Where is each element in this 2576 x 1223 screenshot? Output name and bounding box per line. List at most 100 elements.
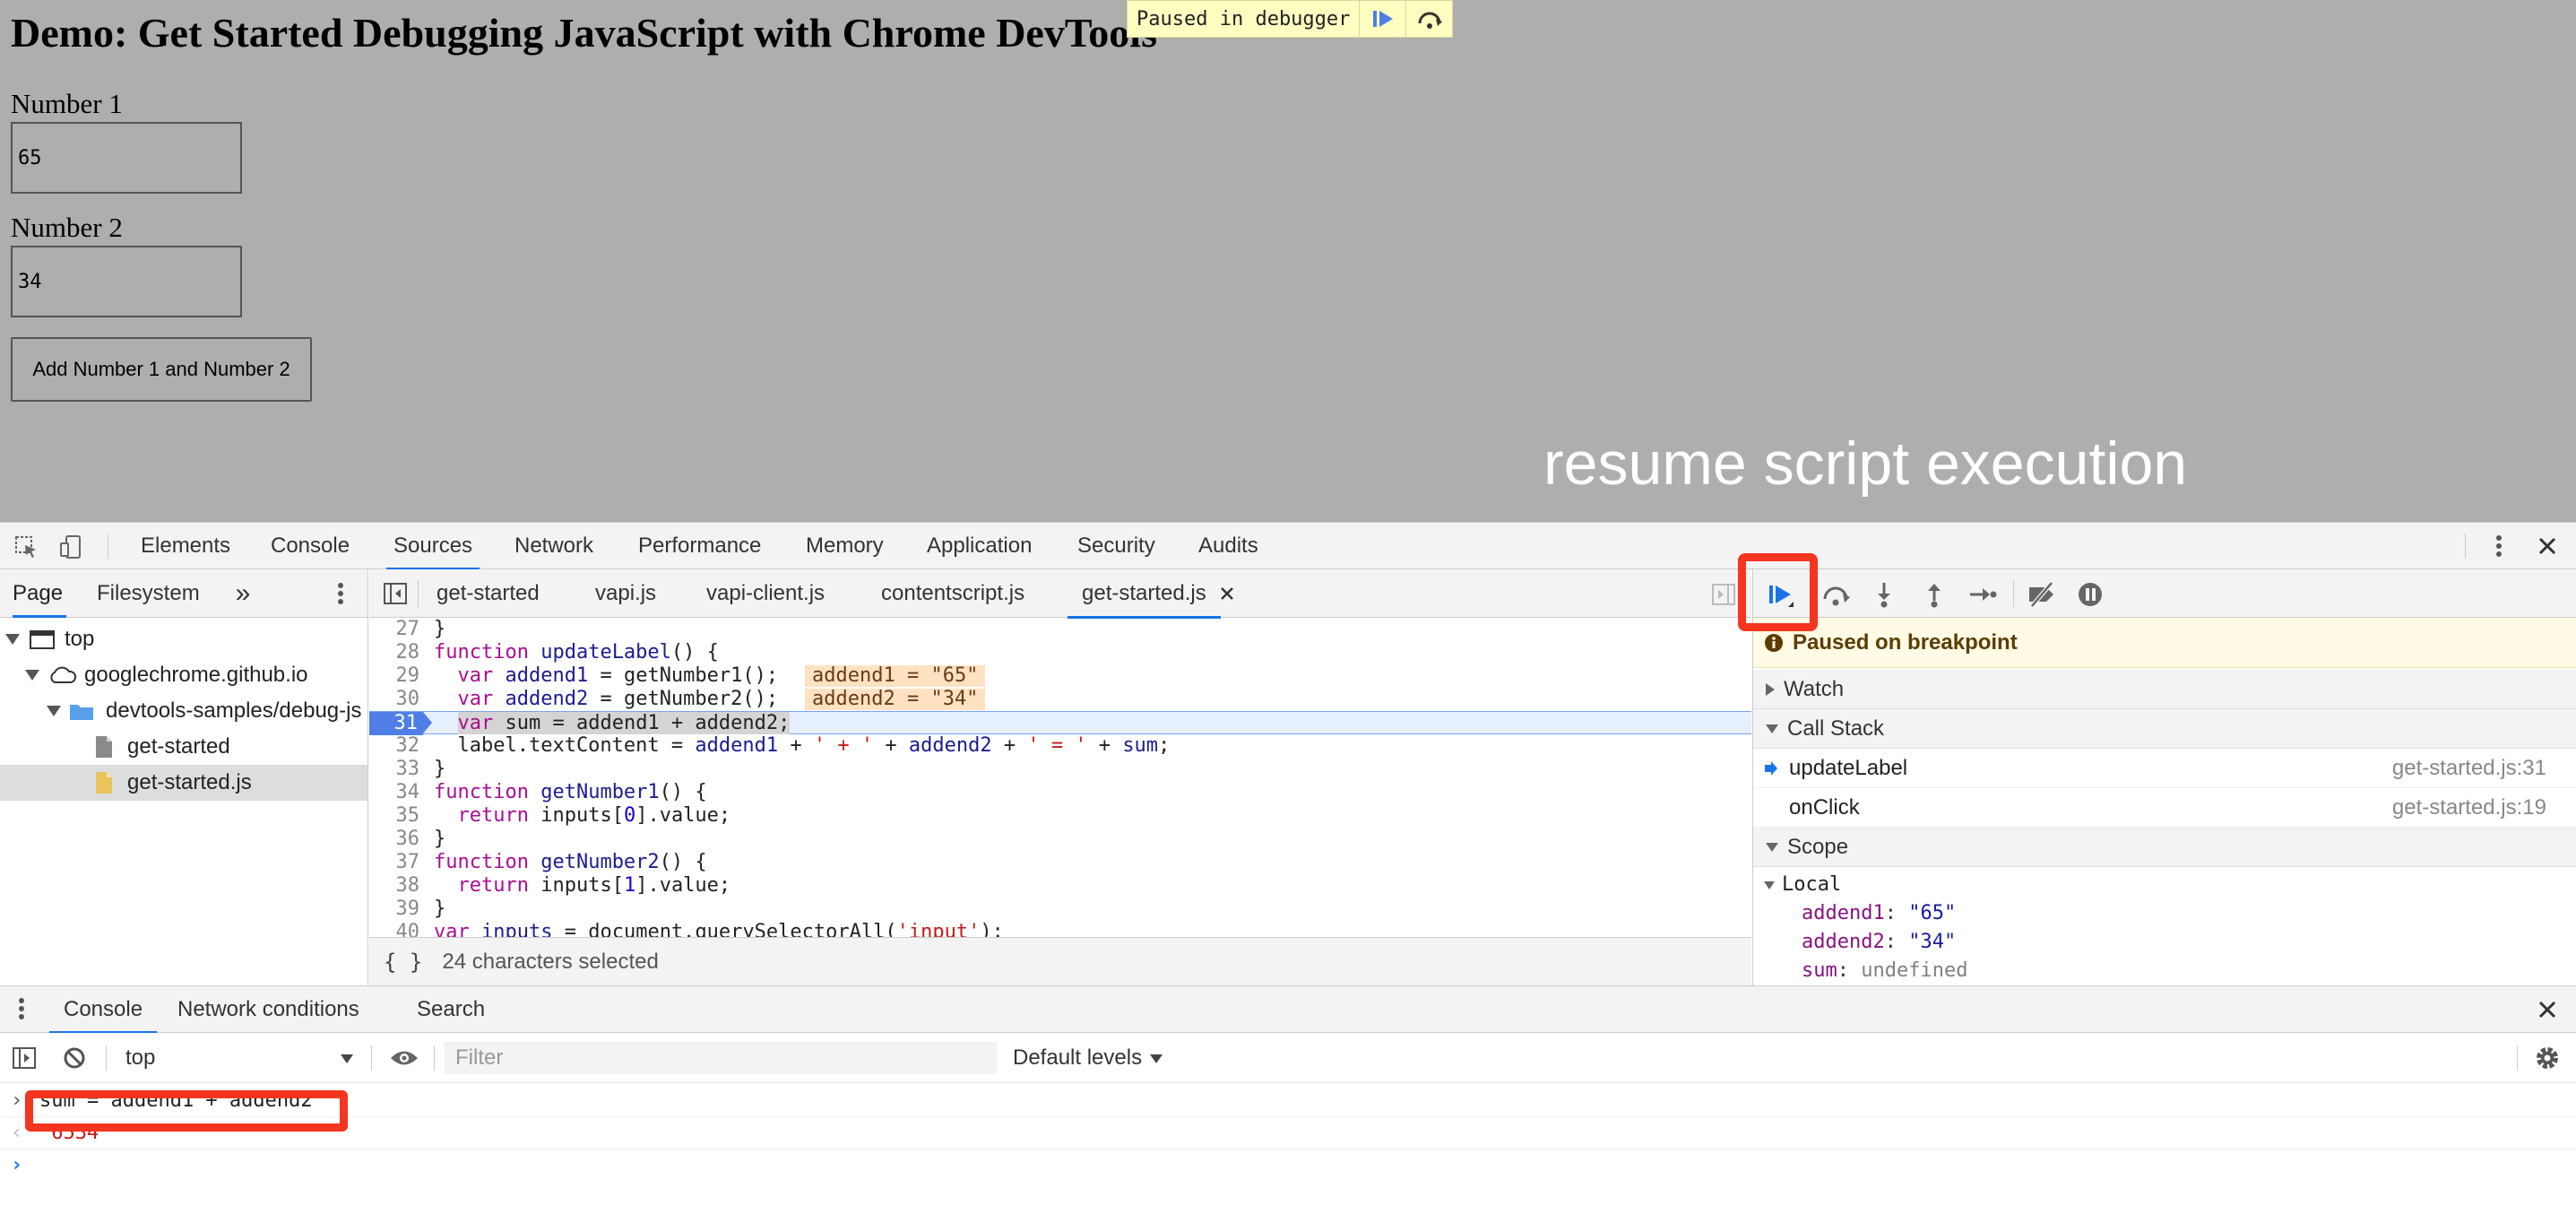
- page-heading: Demo: Get Started Debugging JavaScript w…: [11, 10, 1157, 56]
- tab-network[interactable]: Network: [514, 523, 593, 569]
- toggle-debugger-icon[interactable]: [1710, 582, 1737, 607]
- devtools-main-tabbar: Elements Console Sources Network Perform…: [0, 523, 2576, 570]
- console-sidebar-toggle-icon[interactable]: [11, 1045, 38, 1071]
- console-filter-input[interactable]: Filter: [445, 1042, 997, 1074]
- tab-sources[interactable]: Sources: [385, 523, 480, 570]
- tree-item-top[interactable]: top: [0, 621, 367, 657]
- tree-label-top: top: [65, 627, 95, 651]
- code-area[interactable]: 27} 28 function updateLabel() { 29 var ad…: [369, 618, 1751, 937]
- scope-variable[interactable]: sum: undefined: [1753, 957, 2576, 985]
- tab-audits[interactable]: Audits: [1198, 523, 1258, 569]
- levels-dropdown-icon[interactable]: [1150, 1054, 1163, 1063]
- call-frame-update-label[interactable]: updateLabel get-started.js:31: [1753, 749, 2576, 788]
- step-over-icon[interactable]: [1818, 578, 1854, 611]
- scope-section-header[interactable]: Scope: [1753, 828, 2576, 867]
- number1-input[interactable]: 65: [11, 122, 242, 194]
- editor-status-bar: { } 24 characters selected: [369, 937, 1751, 985]
- number2-label: Number 2: [11, 212, 123, 243]
- device-toolbar-icon[interactable]: [57, 533, 84, 560]
- tree-item-folder[interactable]: devtools-samples/debug-js: [0, 693, 367, 729]
- console-drawer: Console Network conditions Search top Fi…: [0, 985, 2576, 1223]
- add-numbers-button[interactable]: Add Number 1 and Number 2: [11, 337, 312, 402]
- code-line: 30 var addend2 = getNumber2();: [395, 688, 779, 710]
- deactivate-breakpoints-icon[interactable]: [2024, 578, 2060, 611]
- drawer-menu-icon[interactable]: [13, 995, 30, 1022]
- close-drawer-icon[interactable]: [2533, 995, 2562, 1024]
- tab-filesystem[interactable]: Filesystem: [97, 569, 200, 618]
- call-stack-section-header[interactable]: Call Stack: [1753, 709, 2576, 749]
- tree-item-get-started[interactable]: get-started: [0, 729, 367, 765]
- tree-label-domain: googlechrome.github.io: [84, 663, 308, 687]
- clear-console-icon[interactable]: [61, 1045, 88, 1071]
- toolbar-divider: [2013, 580, 2014, 607]
- scope-label: Scope: [1787, 834, 1849, 859]
- editor-tab-contentscript[interactable]: contentscript.js: [881, 569, 1024, 618]
- console-settings-gear-icon[interactable]: [2533, 1044, 2562, 1072]
- inline-value-addend1: addend1 = "65": [805, 665, 986, 687]
- tab-performance[interactable]: Performance: [638, 523, 761, 569]
- tree-label-folder: devtools-samples/debug-js: [106, 698, 362, 723]
- info-icon: [1765, 633, 1783, 652]
- log-levels-select[interactable]: Default levels: [1013, 1033, 1142, 1083]
- drawer-tab-console[interactable]: Console: [48, 986, 158, 1034]
- expanded-triangle-icon: [1766, 842, 1778, 852]
- overlay-resume-icon[interactable]: [1359, 1, 1405, 37]
- drawer-tab-search[interactable]: Search: [417, 986, 485, 1033]
- toolbar-divider: [371, 1045, 372, 1071]
- drawer-tab-network-conditions[interactable]: Network conditions: [177, 986, 359, 1033]
- scope-local-header[interactable]: Local: [1753, 871, 2576, 899]
- tab-elements[interactable]: Elements: [141, 523, 230, 569]
- expand-triangle-icon: [25, 670, 39, 681]
- tab-console[interactable]: Console: [271, 523, 350, 569]
- step-icon[interactable]: [1965, 578, 2001, 611]
- call-frame-on-click[interactable]: onClick get-started.js:19: [1753, 788, 2576, 828]
- expanded-triangle-icon: [1766, 724, 1778, 733]
- watch-section-header[interactable]: Watch: [1753, 670, 2576, 709]
- execution-context-select[interactable]: top: [125, 1033, 155, 1083]
- tab-page[interactable]: Page: [13, 569, 63, 618]
- context-dropdown-icon[interactable]: [341, 1054, 353, 1063]
- step-into-icon[interactable]: [1868, 578, 1900, 611]
- tab-application[interactable]: Application: [927, 523, 1032, 569]
- step-out-icon[interactable]: [1918, 578, 1950, 611]
- number2-input[interactable]: 34: [11, 246, 242, 317]
- navigator-menu-icon[interactable]: [332, 580, 350, 607]
- navigator-tabbar: Page Filesystem »: [0, 569, 367, 618]
- more-options-icon[interactable]: [2485, 532, 2513, 560]
- active-tab-underline: [13, 615, 66, 618]
- close-tab-icon[interactable]: [1217, 584, 1237, 603]
- prompt-chevron-icon: ›: [11, 1154, 23, 1176]
- editor-tab-vapi-client[interactable]: vapi-client.js: [706, 569, 825, 618]
- scope-variable[interactable]: addend2: "34": [1753, 928, 2576, 957]
- code-line: 39}: [395, 898, 446, 920]
- page-viewport: Demo: Get Started Debugging JavaScript w…: [0, 0, 2576, 522]
- console-result-row: ‹ "6534": [0, 1117, 2576, 1149]
- paused-in-debugger-overlay: Paused in debugger: [1127, 0, 1454, 38]
- tab-security[interactable]: Security: [1077, 523, 1155, 569]
- frame-icon: [30, 630, 55, 649]
- tree-label-get-started: get-started: [127, 734, 230, 759]
- console-prompt[interactable]: ›: [0, 1149, 2576, 1182]
- scope-variable[interactable]: addend1: "65": [1753, 899, 2576, 928]
- editor-tab-get-started[interactable]: get-started: [437, 569, 540, 618]
- overlay-step-over-icon[interactable]: [1405, 1, 1452, 37]
- selection-status: 24 characters selected: [442, 949, 659, 974]
- tab-memory[interactable]: Memory: [806, 523, 884, 569]
- inspect-element-icon[interactable]: [13, 533, 39, 560]
- toggle-navigator-icon[interactable]: [382, 581, 409, 606]
- pause-on-exceptions-icon[interactable]: [2074, 578, 2106, 611]
- editor-tab-get-started-js[interactable]: get-started.js: [1068, 569, 1221, 619]
- pretty-print-button[interactable]: { }: [384, 950, 422, 975]
- live-expression-eye-icon[interactable]: [387, 1045, 421, 1071]
- editor-tab-vapi[interactable]: vapi.js: [595, 569, 656, 618]
- debugger-toolbar: [1753, 569, 2576, 618]
- expand-triangle-icon: [5, 634, 20, 645]
- code-line: 33}: [395, 758, 446, 780]
- paused-status-banner: Paused on breakpoint: [1753, 618, 2576, 668]
- more-tabs-chevron-icon[interactable]: »: [229, 578, 256, 608]
- collapsed-triangle-icon: [1766, 682, 1775, 696]
- close-devtools-icon[interactable]: [2533, 532, 2562, 560]
- tree-item-get-started-js[interactable]: get-started.js: [0, 765, 367, 801]
- console-command-row: › sum = addend1 + addend2: [0, 1085, 2576, 1117]
- tree-item-domain[interactable]: googlechrome.github.io: [0, 657, 367, 693]
